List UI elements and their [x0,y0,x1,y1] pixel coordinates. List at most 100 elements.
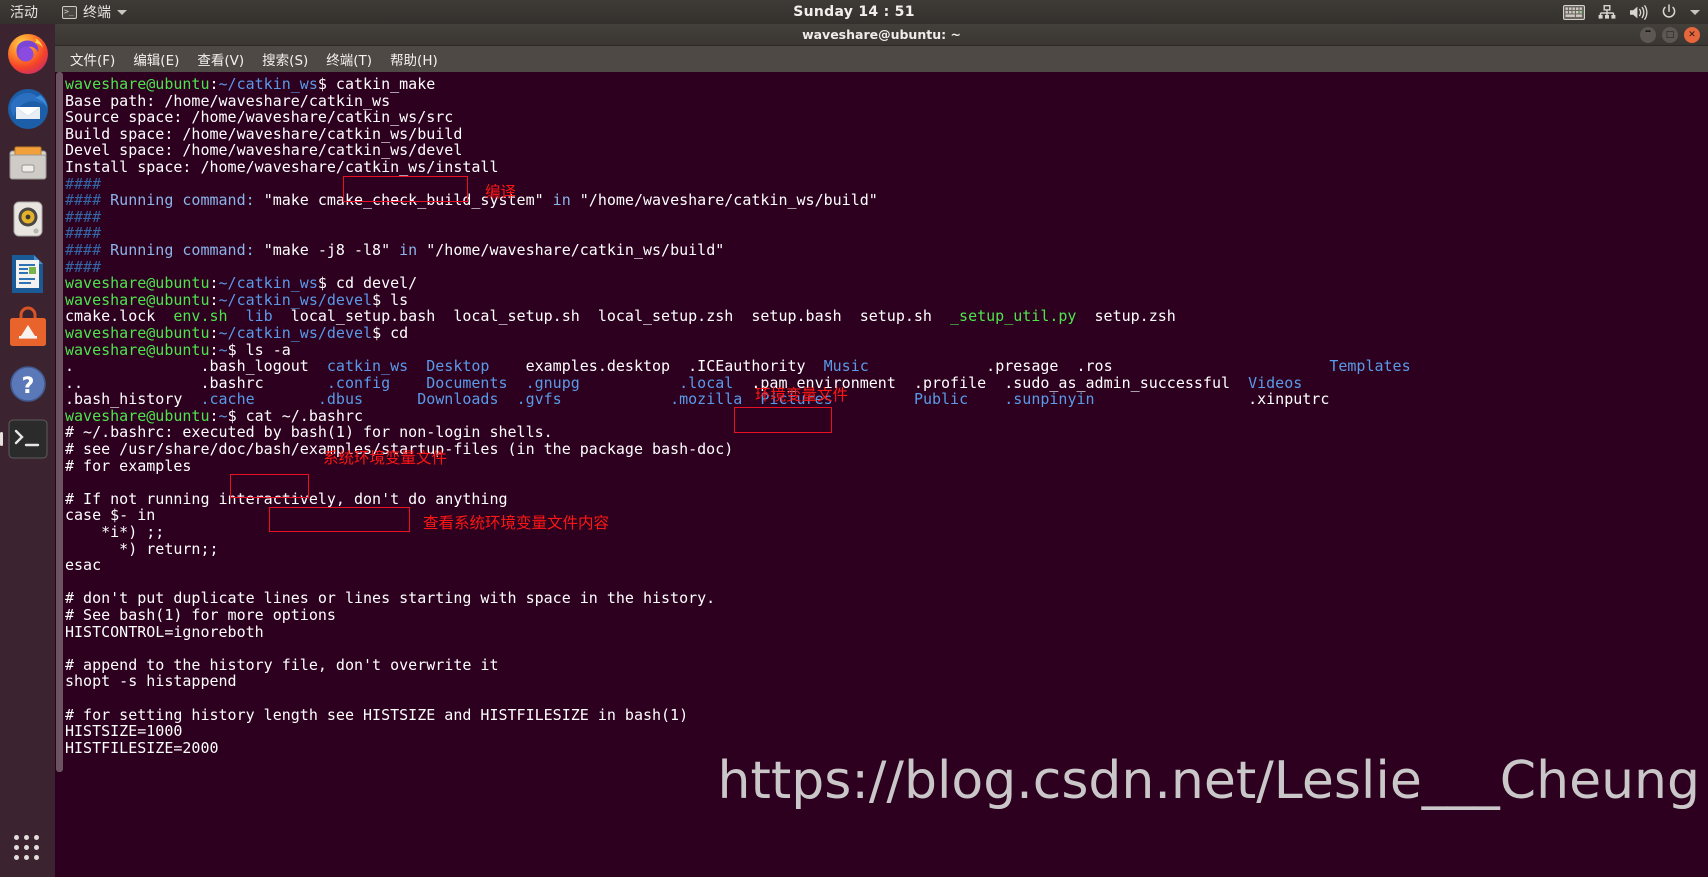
terminal-span [499,390,517,408]
window-titlebar[interactable]: waveshare@ubuntu: ~ – □ ✕ [55,24,1708,46]
terminal-line: waveshare@ubuntu:~$ ls -a [65,340,1708,359]
network-icon[interactable] [1598,4,1616,20]
terminal-line: # ~/.bashrc: executed by bash(1) for non… [65,424,1708,441]
terminal-line: *) return;; [65,540,1708,558]
terminal-span: $ cd devel/ [317,274,418,293]
terminal-span: : [209,340,219,359]
terminal-span: $ ls -a [227,340,291,359]
desktop-screen: 活动 终端 Sunday 14 : 51 [0,0,1708,877]
terminal-span: #### [65,224,102,243]
dock-item-firefox[interactable] [5,31,51,77]
menu-item-search[interactable]: 搜索(S) [253,47,317,71]
terminal-span: Running command: [110,240,264,259]
dock-item-help[interactable]: ? [5,361,51,407]
app-menu-terminal[interactable]: 终端 [52,0,137,24]
terminal-span: ~/catkin_ws/devel [218,290,373,309]
terminal-span: Public [913,390,969,409]
menu-item-file[interactable]: 文件(F) [61,47,124,71]
terminal-line: Build space: /home/waveshare/catkin_ws/b… [65,124,1708,143]
terminal-span: ~/catkin_ws [218,75,318,93]
terminal-span: #### [65,191,111,210]
keyboard-input-icon[interactable] [1563,4,1585,20]
terminal-span: : [209,274,219,293]
terminal-span: esac [65,556,102,575]
terminal-span: examples.desktop .ICEauthority [489,357,824,376]
terminal-span: Build space: /home/waveshare/catkin_ws/b… [65,124,463,143]
terminal-span: Music [823,357,869,376]
terminal-span: shopt -s histappend [65,672,237,691]
terminal-span: #### [65,174,102,193]
terminal-span: # append to the history file, don't over… [65,655,499,674]
terminal-line: shopt -s histappend [65,673,1708,690]
terminal-span: cmake.lock [65,307,174,326]
menu-item-terminal[interactable]: 终端(T) [317,47,381,71]
terminal-span: .gvfs [516,390,562,409]
power-icon[interactable] [1661,4,1677,20]
terminal-span: # for examples [65,456,192,475]
terminal-line: HISTCONTROL=ignoreboth [65,622,1708,641]
terminal-span: Documents [426,373,508,392]
terminal-span: setup.zsh [1076,307,1176,326]
terminal-span: HISTCONTROL=ignoreboth [65,622,264,641]
dock-item-terminal[interactable] [0,416,51,462]
minimize-button[interactable]: – [1640,24,1656,43]
dock-item-ubuntu-software[interactable] [5,306,51,352]
terminal-span: $ ls [372,290,409,309]
terminal-line: # don't put duplicate lines or lines sta… [65,590,1708,607]
dock-item-thunderbird[interactable] [5,86,51,132]
terminal-span [508,374,526,392]
terminal-span: : [209,75,219,93]
terminal-span: Desktop [426,357,490,376]
scrollbar-thumb[interactable] [56,72,63,772]
terminal-scrollbar[interactable] [55,72,64,877]
menu-item-view[interactable]: 查看(V) [188,47,253,71]
dock-item-rhythmbox[interactable] [5,196,51,242]
terminal-line: .bash_history .cache .dbus Downloads .gv… [65,391,1708,408]
dock-item-libreoffice-writer[interactable] [5,251,51,297]
terminal-span: Downloads [417,390,499,409]
terminal-line: # See bash(1) for more options [65,607,1708,624]
activities-button[interactable]: 活动 [0,0,52,24]
terminal-span: waveshare@ubuntu [65,323,210,342]
terminal-span: .mozilla [670,390,743,409]
terminal-line: waveshare@ubuntu:~/catkin_ws/devel$ cd [65,325,1708,342]
dock-item-files[interactable] [5,141,51,187]
terminal-line: # for examples [65,456,1708,475]
terminal-span: $ cat ~/.bashrc [227,406,364,425]
terminal-span: # don't put duplicate lines or lines sta… [65,589,716,608]
terminal-line: Base path: /home/waveshare/catkin_ws [65,91,1708,110]
terminal-line: esac [65,557,1708,574]
terminal-line: *i*) ;; [65,524,1708,541]
terminal-span: ~/catkin_ws/devel [218,323,373,342]
show-applications-button[interactable] [12,833,42,863]
clock[interactable]: Sunday 14 : 51 [0,4,1708,20]
terminal-span: #### [65,207,102,226]
menu-item-edit[interactable]: 编辑(E) [124,47,188,71]
volume-icon[interactable] [1629,4,1648,20]
terminal-span: in [543,191,580,210]
terminal-span: # ~/.bashrc: executed by bash(1) for non… [65,423,553,442]
svg-text:?: ? [21,374,34,399]
terminal-span: : [209,406,219,425]
terminal-span: local_setup.bash local_setup.sh local_se… [272,307,951,326]
terminal-line: # for setting history length see HISTSIZ… [65,706,1708,724]
annotation-label: 系统环境变量文件 [323,449,448,467]
terminal-span: case $- in [65,506,156,525]
terminal-span: Base path: /home/waveshare/catkin_ws [65,91,391,110]
chevron-down-icon-tray[interactable] [1690,9,1700,15]
menu-item-help[interactable]: 帮助(H) [381,47,447,71]
terminal-span: .presage .ros [868,357,1330,376]
terminal-icon [62,5,77,19]
system-tray [1563,0,1700,24]
terminal-span: .dbus [317,390,364,409]
terminal-line: # If not running interactively, don't do… [65,491,1708,508]
maximize-button[interactable]: □ [1662,27,1678,43]
terminal-line: #### [65,225,1708,242]
chevron-down-icon [117,9,127,15]
terminal-span: .bash_history [65,390,201,409]
close-button[interactable]: ✕ [1684,27,1700,43]
terminal-line: # see /usr/share/doc/bash/examples/start… [65,441,1708,458]
terminal-span: ~ [218,340,228,359]
terminal-line: cmake.lock env.sh lib local_setup.bash l… [65,308,1708,325]
